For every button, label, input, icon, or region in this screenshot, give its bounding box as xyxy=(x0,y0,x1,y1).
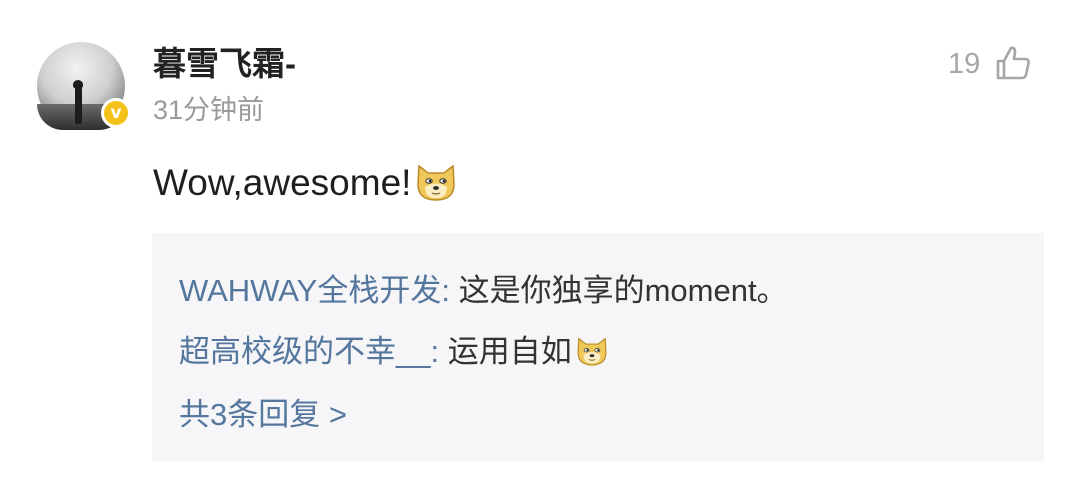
reply-text: 运用自如 xyxy=(447,334,572,369)
view-all-replies-link[interactable]: 共3条回复 > xyxy=(179,393,347,437)
doge-icon xyxy=(577,337,607,366)
doge-icon xyxy=(417,164,456,201)
reply-preview-box[interactable]: WAHWAY全栈开发: 这是你独享的moment。 超高校级的不幸__: 运用自… xyxy=(152,233,1044,461)
verified-badge-icon: v xyxy=(101,98,131,128)
timestamp: 31分钟前 xyxy=(153,95,265,125)
reply-author[interactable]: 超高校级的不幸__ xyxy=(179,334,430,369)
reply-text: 这是你独享的moment。 xyxy=(458,273,788,308)
reply-separator: : xyxy=(430,334,448,369)
avatar-bird xyxy=(73,80,83,89)
reply-item[interactable]: WAHWAY全栈开发: 这是你独享的moment。 xyxy=(179,269,788,313)
username[interactable]: 暮雪飞霜- xyxy=(153,44,296,84)
like-count[interactable]: 19 xyxy=(948,46,980,82)
comment-text: Wow,awesome! xyxy=(153,158,459,208)
comment-body: Wow,awesome! xyxy=(153,162,412,203)
thumbs-up-icon[interactable] xyxy=(994,44,1032,82)
reply-author[interactable]: WAHWAY全栈开发 xyxy=(179,273,441,308)
reply-separator: : xyxy=(441,273,459,308)
avatar-post xyxy=(75,86,82,124)
reply-item[interactable]: 超高校级的不幸__: 运用自如 xyxy=(179,330,610,374)
